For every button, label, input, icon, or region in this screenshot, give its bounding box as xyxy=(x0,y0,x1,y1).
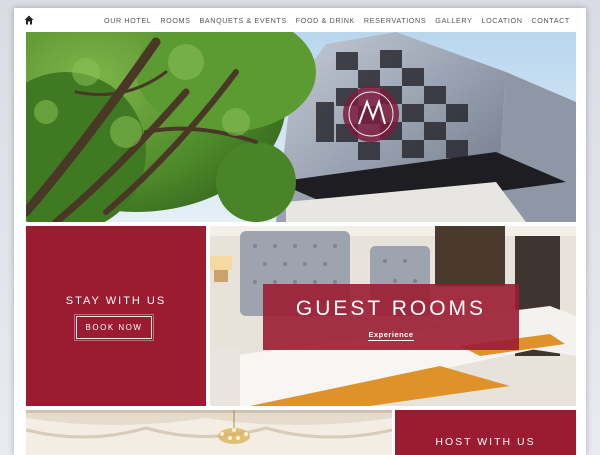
nav-item-rooms[interactable]: ROOMS xyxy=(160,16,190,25)
experience-link-label[interactable]: Experience xyxy=(368,330,414,341)
guest-rooms-title: GUEST ROOMS xyxy=(295,297,487,320)
nav-item-our-hotel[interactable]: OUR HOTEL xyxy=(104,16,151,25)
browser-frame: OUR HOTEL ROOMS BANQUETS & EVENTS FOOD &… xyxy=(14,8,586,455)
nav-item-gallery[interactable]: GALLERY xyxy=(435,16,472,25)
nav-menu: OUR HOTEL ROOMS BANQUETS & EVENTS FOOD &… xyxy=(104,8,570,32)
stay-with-us-panel: STAY WITH US BOOK NOW xyxy=(26,226,206,406)
host-with-us-panel[interactable]: HOST WITH US xyxy=(395,410,576,455)
guest-rooms-overlay: GUEST ROOMS Experience xyxy=(263,284,519,350)
hero-hotel-image xyxy=(26,32,576,222)
nav-item-reservations[interactable]: RESERVATIONS xyxy=(364,16,426,25)
stay-with-us-title: STAY WITH US xyxy=(65,295,167,307)
banquet-hall-image xyxy=(26,410,392,455)
home-icon[interactable] xyxy=(24,15,34,25)
nav-item-contact[interactable]: CONTACT xyxy=(532,16,570,25)
top-navigation: OUR HOTEL ROOMS BANQUETS & EVENTS FOOD &… xyxy=(14,8,586,32)
book-now-button[interactable]: BOOK NOW xyxy=(74,314,154,341)
nav-item-food-drink[interactable]: FOOD & DRINK xyxy=(296,16,355,25)
nav-item-location[interactable]: LOCATION xyxy=(481,16,522,25)
experience-link[interactable]: Experience xyxy=(263,330,519,341)
guest-rooms-panel[interactable]: GUEST ROOMS Experience xyxy=(210,226,576,406)
host-with-us-title: HOST WITH US xyxy=(435,436,536,448)
nav-item-banquets-events[interactable]: BANQUETS & EVENTS xyxy=(200,16,287,25)
